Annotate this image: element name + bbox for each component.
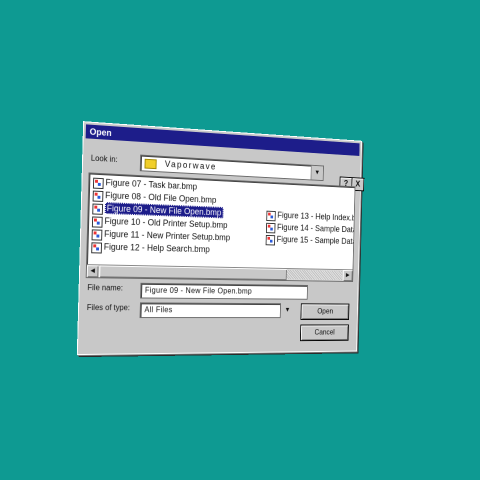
bitmap-file-icon <box>92 177 104 190</box>
bitmap-file-icon <box>91 216 103 228</box>
file-type-combo[interactable]: All Files <box>139 302 281 319</box>
open-button[interactable]: Open <box>300 303 350 320</box>
file-name-value: Figure 09 - New File Open.bmp <box>144 285 253 296</box>
bitmap-file-icon <box>265 234 276 246</box>
look-in-label: Look in: <box>90 153 118 165</box>
file-column-2: Figure 13 - Help Index.bmp Figure 14 - Sa… <box>265 209 356 248</box>
file-item[interactable]: Figure 15 - Sample Databa <box>265 233 356 248</box>
scroll-right-icon[interactable]: ▶ <box>342 270 353 282</box>
file-type-label: Files of type: <box>86 303 131 313</box>
cancel-button[interactable]: Cancel <box>299 324 349 342</box>
file-type-chevron-down-icon[interactable]: ▼ <box>282 304 292 317</box>
file-list[interactable]: Figure 07 - Task bar.bmp Figure 08 - Old … <box>85 172 356 282</box>
bitmap-file-icon <box>91 242 103 254</box>
title-bar[interactable]: Open <box>85 124 360 156</box>
horizontal-scrollbar[interactable]: ◀ ▶ <box>86 264 353 282</box>
file-item-name: Figure 14 - Sample Databa <box>276 222 356 235</box>
bitmap-file-icon <box>265 222 276 234</box>
scroll-left-icon[interactable]: ◀ <box>86 265 99 278</box>
file-name-field[interactable]: Figure 09 - New File Open.bmp <box>140 282 308 300</box>
bitmap-file-icon <box>91 229 103 241</box>
bitmap-file-icon <box>92 190 104 202</box>
file-item-name: Figure 12 - Help Search.bmp <box>103 241 210 255</box>
file-name-label: File name: <box>87 283 124 293</box>
look-in-value: Vaporwave <box>164 158 217 172</box>
file-item-name: Figure 15 - Sample Databa <box>276 234 356 247</box>
chevron-down-icon[interactable]: ▼ <box>310 165 324 181</box>
file-type-value: All Files <box>144 305 173 315</box>
window-title: Open <box>89 126 112 139</box>
close-button-label: X <box>355 179 361 189</box>
file-item[interactable]: Figure 12 - Help Search.bmp <box>90 240 230 256</box>
cancel-button-label: Cancel <box>314 328 335 337</box>
open-dialog: Open Look in: ? X Vaporwave ▼ ☰ ▦ Figure… <box>76 121 365 356</box>
folder-icon <box>144 158 157 170</box>
bitmap-file-icon <box>92 203 104 215</box>
bitmap-file-icon <box>266 210 276 222</box>
file-column-1: Figure 07 - Task bar.bmp Figure 08 - Old … <box>90 176 231 257</box>
open-button-label: Open <box>317 307 334 316</box>
scroll-thumb[interactable] <box>99 265 287 281</box>
